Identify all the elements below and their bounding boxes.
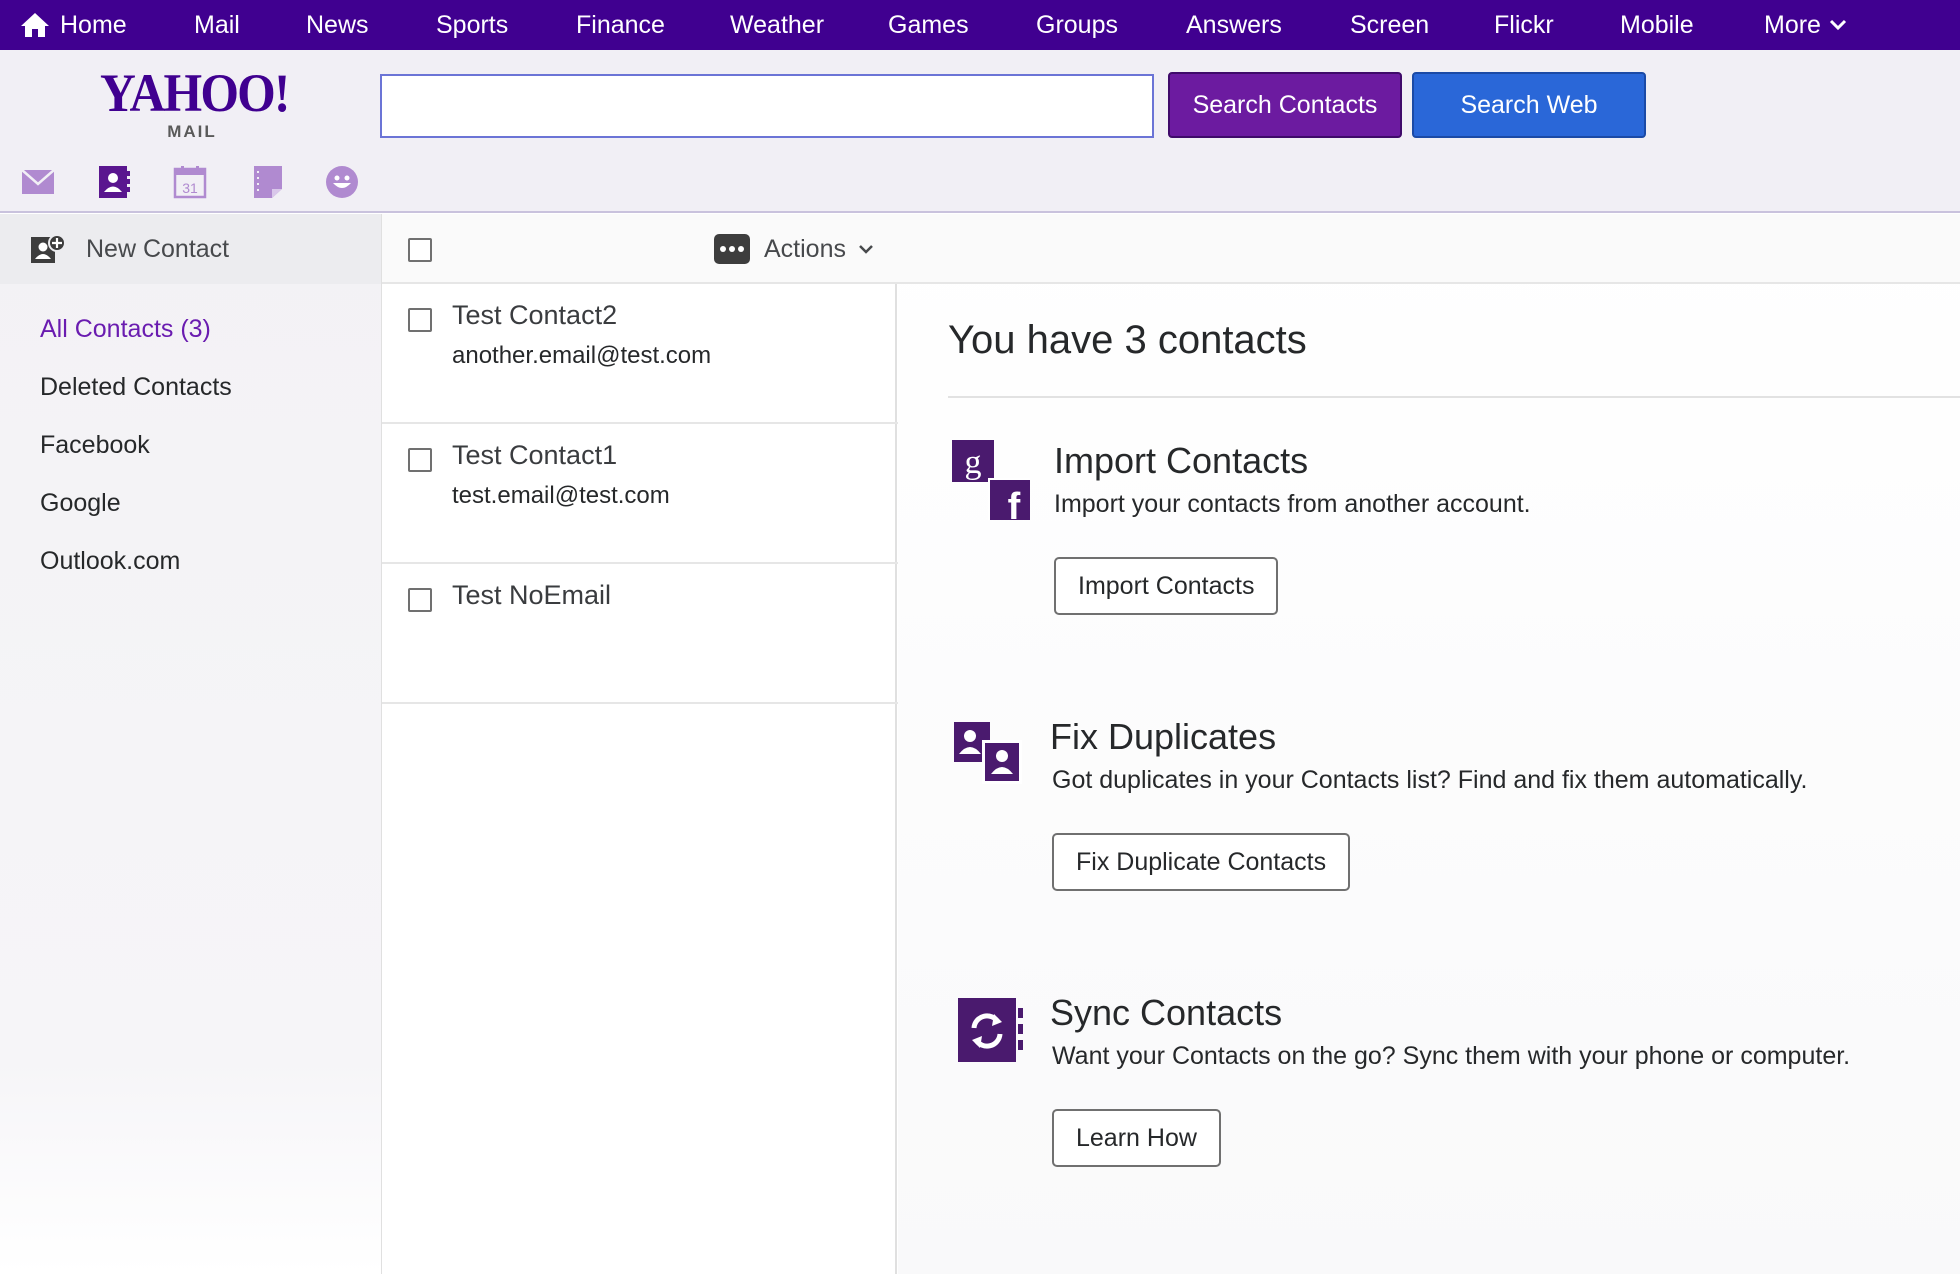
chevron-down-icon bbox=[859, 245, 873, 254]
new-contact-button[interactable]: New Contact bbox=[0, 214, 381, 284]
import-contacts-title: Import Contacts bbox=[1054, 440, 1309, 481]
contact-name: Test Contact2 bbox=[452, 300, 618, 330]
new-contact-label: New Contact bbox=[86, 234, 230, 263]
contact-list-pane: Actions Test Contact2 another.email@test… bbox=[381, 214, 898, 1274]
nav-home[interactable]: Home bbox=[20, 0, 127, 50]
home-icon bbox=[21, 13, 49, 37]
fix-duplicates-title: Fix Duplicates bbox=[1050, 716, 1277, 757]
contact-checkbox[interactable] bbox=[408, 448, 432, 472]
nav-mail-label: Mail bbox=[194, 10, 240, 39]
contact-name: Test NoEmail bbox=[452, 580, 612, 610]
nav-groups[interactable]: Groups bbox=[1036, 0, 1118, 50]
import-contacts-button[interactable]: Import Contacts bbox=[1054, 557, 1279, 615]
nav-mail[interactable]: Mail bbox=[194, 0, 240, 50]
svg-text:g: g bbox=[965, 444, 982, 481]
actions-menu[interactable]: Actions bbox=[714, 232, 874, 266]
nav-weather[interactable]: Weather bbox=[730, 0, 824, 50]
sidebar-item-deleted-contacts[interactable]: Deleted Contacts bbox=[40, 373, 232, 402]
nav-mobile-label: Mobile bbox=[1620, 10, 1694, 39]
app-switcher: 31 bbox=[0, 164, 400, 200]
calendar-day: 31 bbox=[182, 180, 198, 196]
contact-email: test.email@test.com bbox=[452, 482, 670, 509]
nav-sports-label: Sports bbox=[436, 10, 509, 39]
contacts-icon[interactable] bbox=[96, 164, 132, 200]
more-dots-icon bbox=[714, 234, 750, 264]
contacts-overview-pane: You have 3 contacts g f Import Contacts … bbox=[898, 214, 1960, 1274]
sidebar-item-all-contacts[interactable]: All Contacts (3) bbox=[40, 315, 211, 344]
fix-duplicate-contacts-button[interactable]: Fix Duplicate Contacts bbox=[1052, 833, 1351, 891]
contact-checkbox[interactable] bbox=[408, 588, 432, 612]
nav-screen-label: Screen bbox=[1350, 10, 1430, 39]
add-contact-icon bbox=[31, 234, 66, 263]
nav-weather-label: Weather bbox=[730, 10, 825, 39]
list-toolbar: Actions bbox=[382, 214, 898, 284]
sidebar-item-outlook[interactable]: Outlook.com bbox=[40, 547, 180, 576]
divider bbox=[948, 396, 1960, 398]
svg-text:f: f bbox=[1008, 486, 1021, 520]
nav-flickr-label: Flickr bbox=[1494, 10, 1554, 39]
yahoo-mail-logo[interactable]: YAHOO! MAIL bbox=[92, 66, 292, 142]
right-toolbar bbox=[898, 214, 1960, 284]
sidebar: New Contact All Contacts (3) Deleted Con… bbox=[0, 214, 381, 1274]
nav-more-label: More bbox=[1764, 10, 1821, 39]
nav-groups-label: Groups bbox=[1036, 10, 1118, 39]
sync-contacts-description: Want your Contacts on the go? Sync them … bbox=[1052, 1042, 1851, 1070]
contact-row[interactable]: Test NoEmail bbox=[382, 564, 898, 704]
contact-row[interactable]: Test Contact2 another.email@test.com bbox=[382, 284, 898, 424]
nav-finance-label: Finance bbox=[576, 10, 665, 39]
search-contacts-button[interactable]: Search Contacts bbox=[1168, 72, 1402, 138]
top-nav-bar: Home Mail News Sports Finance Weather Ga… bbox=[0, 0, 1960, 50]
mail-icon[interactable] bbox=[20, 164, 56, 200]
nav-news-label: News bbox=[306, 10, 369, 39]
search-input[interactable] bbox=[380, 74, 1154, 138]
nav-more[interactable]: More bbox=[1764, 0, 1847, 50]
logo-text: YAHOO! bbox=[100, 63, 290, 123]
select-all-checkbox[interactable] bbox=[408, 238, 432, 262]
actions-label: Actions bbox=[764, 234, 846, 263]
sidebar-item-facebook[interactable]: Facebook bbox=[40, 431, 150, 460]
summary-title: You have 3 contacts bbox=[948, 318, 1307, 362]
messenger-icon[interactable] bbox=[324, 164, 360, 200]
nav-answers[interactable]: Answers bbox=[1186, 0, 1282, 50]
duplicates-icon bbox=[954, 722, 1022, 789]
logo-sub: MAIL bbox=[167, 122, 217, 141]
nav-games[interactable]: Games bbox=[888, 0, 969, 50]
nav-answers-label: Answers bbox=[1186, 10, 1282, 39]
import-contacts-description: Import your contacts from another accoun… bbox=[1054, 490, 1531, 518]
sidebar-item-google[interactable]: Google bbox=[40, 489, 121, 518]
nav-news[interactable]: News bbox=[306, 0, 369, 50]
contact-email: another.email@test.com bbox=[452, 342, 712, 369]
import-google-facebook-icon: g f bbox=[952, 440, 1032, 528]
nav-mobile[interactable]: Mobile bbox=[1620, 0, 1694, 50]
nav-flickr[interactable]: Flickr bbox=[1494, 0, 1554, 50]
sync-contacts-title: Sync Contacts bbox=[1050, 992, 1283, 1033]
notepad-icon[interactable] bbox=[250, 164, 286, 200]
contact-checkbox[interactable] bbox=[408, 308, 432, 332]
search-web-button[interactable]: Search Web bbox=[1412, 72, 1646, 138]
learn-how-button[interactable]: Learn How bbox=[1052, 1109, 1221, 1167]
fix-duplicates-description: Got duplicates in your Contacts list? Fi… bbox=[1052, 766, 1808, 794]
nav-home-label: Home bbox=[60, 10, 127, 39]
sync-icon bbox=[958, 998, 1024, 1069]
header-band: YAHOO! MAIL Search Contacts Search Web 3… bbox=[0, 50, 1960, 213]
contact-row[interactable]: Test Contact1 test.email@test.com bbox=[382, 424, 898, 564]
contact-name: Test Contact1 bbox=[452, 440, 618, 470]
nav-games-label: Games bbox=[888, 10, 969, 39]
chevron-down-icon bbox=[1829, 19, 1847, 31]
nav-sports[interactable]: Sports bbox=[436, 0, 508, 50]
calendar-icon[interactable]: 31 bbox=[172, 164, 208, 200]
nav-screen[interactable]: Screen bbox=[1350, 0, 1429, 50]
nav-finance[interactable]: Finance bbox=[576, 0, 665, 50]
